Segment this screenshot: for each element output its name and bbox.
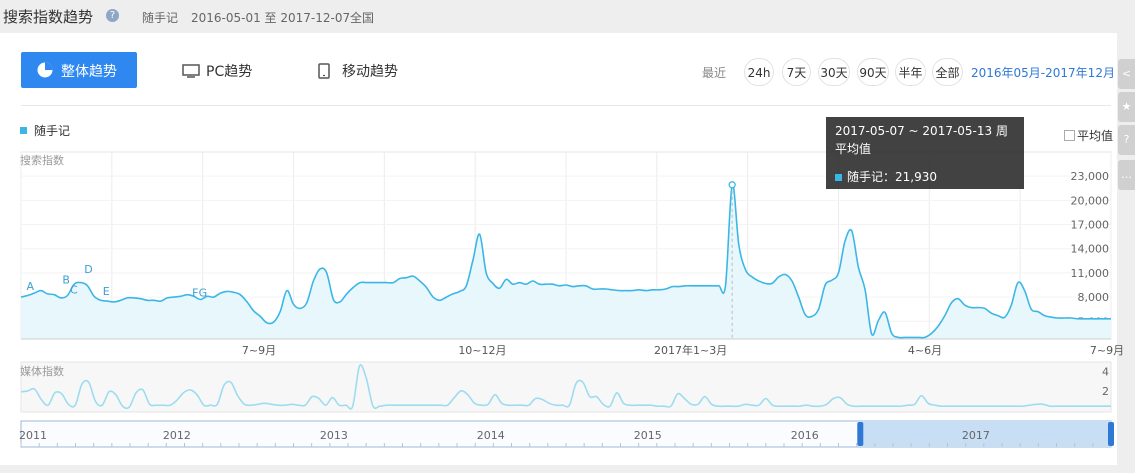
star-icon[interactable]: ★ [1118, 92, 1135, 122]
timeline-year-label: 2012 [163, 429, 191, 442]
annotation-E: E [103, 285, 110, 298]
media-chart-title: 媒体指数 [20, 364, 64, 378]
help-side-icon[interactable]: ? [1118, 125, 1135, 155]
y-tick-label: 17,000 [1071, 219, 1110, 232]
tooltip-title: 2017-05-07 ~ 2017-05-13 周平均值 [835, 124, 1008, 156]
y-tick-label: 11,000 [1071, 267, 1110, 280]
x-tick-label: 7~9月 [1090, 344, 1124, 357]
x-tick-label: 7~9月 [242, 344, 276, 357]
highlight-point [728, 181, 736, 189]
tooltip-swatch [835, 174, 842, 181]
timeline-year-label: 2011 [19, 429, 47, 442]
timeline-handle[interactable] [857, 422, 864, 446]
share-icon[interactable]: < [1118, 59, 1135, 89]
x-tick-label: 4~6月 [908, 344, 942, 357]
timeline-year-label: 2016 [791, 429, 819, 442]
timeline-year-label: 2014 [477, 429, 505, 442]
y-tick-label: 8,000 [1078, 291, 1110, 304]
tooltip-value: 21,930 [895, 170, 938, 184]
tooltip-series: 随手记： [847, 170, 896, 184]
timeline-year-label: 2017 [962, 429, 990, 442]
annotation-B: B [62, 274, 70, 287]
timeline-handle[interactable] [1108, 422, 1114, 446]
media-plot-area [20, 361, 1112, 413]
annotation-C: C [70, 283, 78, 296]
chart-tooltip: 2017-05-07 ~ 2017-05-13 周平均值 随手记：21,930 [826, 117, 1024, 189]
media-y-tick-label: 4 [1102, 366, 1109, 379]
annotation-F: F [192, 287, 198, 300]
annotation-D: D [84, 263, 92, 276]
chart-title: 搜索指数 [20, 153, 64, 167]
y-tick-label: 14,000 [1071, 243, 1110, 256]
x-tick-label: 10~12月 [458, 344, 506, 357]
annotation-G: G [199, 287, 208, 300]
y-tick-label: 23,000 [1071, 170, 1110, 183]
x-tick-label: 2017年1~3月 [654, 343, 727, 357]
y-tick-label: 20,000 [1071, 194, 1110, 207]
timeline-year-label: 2013 [320, 429, 348, 442]
comment-icon[interactable]: … [1118, 160, 1135, 190]
annotation-A: A [26, 280, 34, 293]
media-y-tick-label: 2 [1102, 385, 1109, 398]
timeline-year-label: 2015 [634, 429, 662, 442]
trend-chart: 5,0008,00011,00014,00017,00020,00023,000… [19, 151, 1124, 448]
